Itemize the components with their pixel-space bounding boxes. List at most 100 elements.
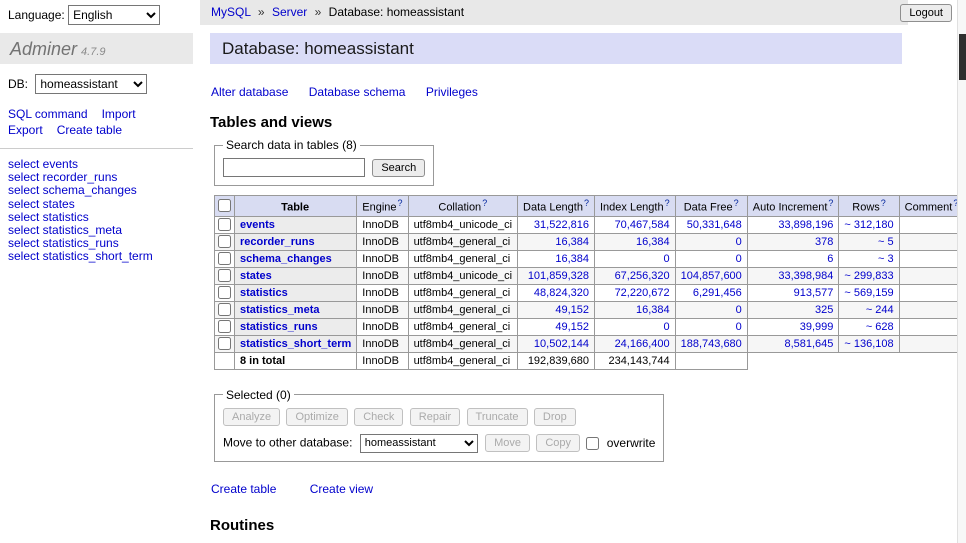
index-length-link[interactable]: 72,220,672 bbox=[615, 287, 670, 299]
data-free-link[interactable]: 0 bbox=[736, 236, 742, 248]
sidebar-item-select-statistics-short-term[interactable]: select statistics_short_term bbox=[8, 250, 185, 263]
create-view-link[interactable]: Create view bbox=[310, 482, 373, 496]
data-free-link[interactable]: 0 bbox=[736, 304, 742, 316]
sidebar-link-create-table[interactable]: Create table bbox=[57, 123, 122, 137]
search-button[interactable]: Search bbox=[372, 159, 425, 177]
table-name-link[interactable]: schema_changes bbox=[240, 253, 332, 265]
data-free-link[interactable]: 104,857,600 bbox=[681, 270, 742, 282]
row-checkbox[interactable] bbox=[218, 320, 231, 333]
data-free-link[interactable]: 0 bbox=[736, 321, 742, 333]
data-length-link[interactable]: 49,152 bbox=[555, 321, 589, 333]
table-name-link[interactable]: recorder_runs bbox=[240, 236, 315, 248]
analyze-button[interactable]: Analyze bbox=[223, 408, 280, 426]
search-input[interactable] bbox=[223, 158, 365, 177]
data-length-link[interactable]: 49,152 bbox=[555, 304, 589, 316]
optimize-button[interactable]: Optimize bbox=[286, 408, 347, 426]
data-length-link[interactable]: 16,384 bbox=[555, 236, 589, 248]
rows-count-link[interactable]: ~ 312,180 bbox=[844, 219, 893, 231]
table-name-link[interactable]: statistics_meta bbox=[240, 304, 320, 316]
index-length-link[interactable]: 70,467,584 bbox=[615, 219, 670, 231]
rows-count-link[interactable]: ~ 3 bbox=[878, 253, 894, 265]
select-all-checkbox[interactable] bbox=[218, 199, 231, 212]
rows-count-link[interactable]: ~ 244 bbox=[866, 304, 894, 316]
sidebar-item-select-states[interactable]: select states bbox=[8, 198, 185, 211]
table-name-link[interactable]: statistics_runs bbox=[240, 321, 318, 333]
language-select[interactable]: English bbox=[68, 5, 160, 25]
db-select[interactable]: homeassistant bbox=[35, 74, 147, 94]
data-length-link[interactable]: 16,384 bbox=[555, 253, 589, 265]
table-name-link[interactable]: statistics_short_term bbox=[240, 338, 351, 350]
row-checkbox[interactable] bbox=[218, 286, 231, 299]
breadcrumb-server-link[interactable]: Server bbox=[272, 5, 307, 19]
auto-increment-link[interactable]: 6 bbox=[827, 253, 833, 265]
col-header-data-free[interactable]: Data Free? bbox=[675, 196, 747, 217]
check-button[interactable]: Check bbox=[354, 408, 403, 426]
index-length-link[interactable]: 24,166,400 bbox=[615, 338, 670, 350]
rows-count-link[interactable]: ~ 299,833 bbox=[844, 270, 893, 282]
data-length-link[interactable]: 48,824,320 bbox=[534, 287, 589, 299]
overwrite-checkbox[interactable] bbox=[586, 437, 599, 450]
col-header-comment[interactable]: Comment? bbox=[899, 196, 964, 217]
auto-increment-link[interactable]: 39,999 bbox=[800, 321, 834, 333]
copy-button[interactable]: Copy bbox=[536, 434, 580, 452]
row-checkbox[interactable] bbox=[218, 337, 231, 350]
auto-increment-link[interactable]: 33,398,984 bbox=[778, 270, 833, 282]
row-checkbox[interactable] bbox=[218, 218, 231, 231]
auto-increment-link[interactable]: 913,577 bbox=[794, 287, 834, 299]
breadcrumb-mysql-link[interactable]: MySQL bbox=[211, 5, 251, 19]
data-free-link[interactable]: 50,331,648 bbox=[687, 219, 742, 231]
col-header-collation[interactable]: Collation? bbox=[408, 196, 517, 217]
table-name-link[interactable]: statistics bbox=[240, 287, 288, 299]
sidebar-link-export[interactable]: Export bbox=[8, 123, 43, 137]
row-checkbox[interactable] bbox=[218, 303, 231, 316]
auto-increment-link[interactable]: 325 bbox=[815, 304, 833, 316]
row-checkbox-cell bbox=[215, 335, 235, 352]
rows-count-link[interactable]: ~ 628 bbox=[866, 321, 894, 333]
truncate-button[interactable]: Truncate bbox=[467, 408, 528, 426]
rows-count-link[interactable]: ~ 569,159 bbox=[844, 287, 893, 299]
auto-increment-link[interactable]: 8,581,645 bbox=[784, 338, 833, 350]
row-checkbox[interactable] bbox=[218, 252, 231, 265]
col-header-data-length[interactable]: Data Length? bbox=[518, 196, 595, 217]
sidebar-link-sql-command[interactable]: SQL command bbox=[8, 107, 88, 121]
data-free-link[interactable]: 188,743,680 bbox=[681, 338, 742, 350]
alter-database-link[interactable]: Alter database bbox=[211, 85, 288, 99]
sidebar-link-import[interactable]: Import bbox=[102, 107, 136, 121]
index-length-link[interactable]: 0 bbox=[664, 321, 670, 333]
index-length-link[interactable]: 16,384 bbox=[636, 304, 670, 316]
drop-button[interactable]: Drop bbox=[534, 408, 576, 426]
data-free-link[interactable]: 0 bbox=[736, 253, 742, 265]
database-schema-link[interactable]: Database schema bbox=[309, 85, 406, 99]
data-length-link[interactable]: 101,859,328 bbox=[528, 270, 589, 282]
data-length-link[interactable]: 31,522,816 bbox=[534, 219, 589, 231]
app-version: 4.7.9 bbox=[81, 46, 105, 58]
auto-increment-link[interactable]: 33,898,196 bbox=[778, 219, 833, 231]
vertical-scrollbar[interactable] bbox=[957, 0, 966, 543]
move-button[interactable]: Move bbox=[485, 434, 530, 452]
col-header-index-length[interactable]: Index Length? bbox=[594, 196, 675, 217]
sidebar-item-select-schema-changes[interactable]: select schema_changes bbox=[8, 184, 185, 197]
index-length-link[interactable]: 67,256,320 bbox=[615, 270, 670, 282]
row-checkbox[interactable] bbox=[218, 235, 231, 248]
table-name-link[interactable]: states bbox=[240, 270, 272, 282]
col-header-rows[interactable]: Rows? bbox=[839, 196, 899, 217]
auto-increment-link[interactable]: 378 bbox=[815, 236, 833, 248]
col-header-engine[interactable]: Engine? bbox=[357, 196, 408, 217]
col-header-auto-increment[interactable]: Auto Increment? bbox=[747, 196, 839, 217]
create-table-link[interactable]: Create table bbox=[211, 482, 276, 496]
logout-button[interactable]: Logout bbox=[900, 4, 952, 22]
rows-count-link[interactable]: ~ 5 bbox=[878, 236, 894, 248]
privileges-link[interactable]: Privileges bbox=[426, 85, 478, 99]
data-length-link[interactable]: 10,502,144 bbox=[534, 338, 589, 350]
index-length-link[interactable]: 0 bbox=[664, 253, 670, 265]
repair-button[interactable]: Repair bbox=[410, 408, 460, 426]
table-name-link[interactable]: events bbox=[240, 219, 275, 231]
col-header-table[interactable]: Table bbox=[235, 196, 357, 217]
index-length-link[interactable]: 16,384 bbox=[636, 236, 670, 248]
overwrite-label[interactable]: overwrite bbox=[607, 436, 656, 450]
row-checkbox[interactable] bbox=[218, 269, 231, 282]
move-db-select[interactable]: homeassistant bbox=[360, 434, 478, 453]
scrollbar-thumb[interactable] bbox=[959, 34, 966, 80]
data-free-link[interactable]: 6,291,456 bbox=[693, 287, 742, 299]
rows-count-link[interactable]: ~ 136,108 bbox=[844, 338, 893, 350]
